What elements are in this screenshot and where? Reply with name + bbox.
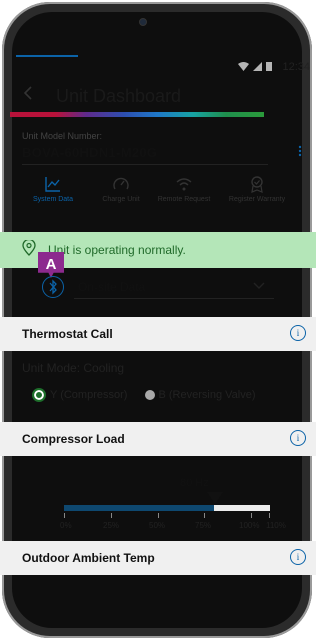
tick-label: 0%: [60, 521, 72, 530]
chevron-down-icon: [252, 278, 266, 297]
status-message: Unit is operating normally.: [48, 243, 186, 257]
award-icon: [251, 176, 263, 193]
data-source-row: On-site Data: [18, 276, 274, 304]
tab-remote-request[interactable]: Remote Request: [152, 175, 216, 203]
wifi-icon: [176, 178, 192, 191]
info-icon[interactable]: i: [290, 430, 306, 446]
tab-register-warranty[interactable]: Register Warranty: [222, 175, 292, 203]
reversing-valve-label: B (Reversing Valve): [158, 388, 256, 401]
tab-label: Charge Unit: [102, 196, 140, 203]
reversing-valve-radio[interactable]: [144, 390, 155, 400]
tick-label: 100%: [239, 521, 260, 530]
outdoor-title: Outdoor Ambient Temp: [22, 551, 155, 565]
status-icons: [238, 61, 272, 74]
model-number-label: Unit Model Number:: [22, 131, 103, 141]
brand-stripe: [10, 112, 264, 117]
compressor-ticks: [64, 513, 270, 519]
signal-icon: [253, 62, 263, 71]
compressor-section-header: Compressor Load i: [0, 422, 316, 456]
data-source-value: On-site Data: [78, 280, 146, 294]
status-time: 12:34: [282, 61, 310, 73]
info-icon[interactable]: i: [290, 549, 306, 565]
thermostat-options: Y (Compressor) B (Reversing Valve): [32, 388, 256, 402]
bluetooth-icon[interactable]: [42, 276, 64, 298]
compressor-title: Compressor Load: [22, 432, 125, 446]
app-header: Unit Dashboard: [0, 80, 316, 112]
compressor-radio[interactable]: [32, 388, 46, 402]
unit-mode-text: Unit Mode: Cooling: [22, 361, 125, 375]
more-options-icon[interactable]: [298, 145, 302, 160]
thermostat-title: Thermostat Call: [22, 327, 113, 341]
compressor-value: 80 Hz: [180, 477, 209, 489]
compressor-fill: [64, 505, 214, 511]
model-number-value: BOVA-60HDN1-M20G: [22, 145, 158, 160]
tab-charge-unit[interactable]: Charge Unit: [94, 175, 148, 203]
compressor-marker: [207, 492, 223, 504]
tab-label: Register Warranty: [228, 196, 286, 203]
annotation-badge: A: [38, 252, 64, 278]
back-icon[interactable]: [22, 84, 34, 107]
battery-icon: [266, 62, 272, 71]
location-pin-icon: [22, 238, 36, 261]
status-bar: 12:34: [0, 58, 316, 76]
page-title: Unit Dashboard: [56, 86, 182, 106]
tab-label: Remote Request: [157, 196, 211, 203]
model-number-underline: [22, 164, 268, 165]
tab-system-data[interactable]: System Data: [22, 175, 84, 203]
tick-label: 25%: [103, 521, 120, 530]
tick-label: 50%: [149, 521, 166, 530]
thermostat-section-header: Thermostat Call i: [0, 317, 316, 351]
wifi-icon: [238, 62, 250, 71]
tab-bar: System Data Charge Unit Remote Request R…: [6, 175, 316, 229]
compressor-label: Y (Compressor): [50, 388, 128, 401]
active-tab-indicator: [16, 55, 78, 57]
gauge-icon: [113, 177, 129, 190]
data-source-select[interactable]: On-site Data: [74, 276, 274, 299]
info-icon[interactable]: i: [290, 325, 306, 341]
outdoor-section-header: Outdoor Ambient Temp i: [0, 541, 316, 575]
tick-label: 75%: [195, 521, 212, 530]
tab-label: System Data: [32, 196, 74, 203]
chart-icon: [45, 177, 60, 192]
tick-label: 110%: [266, 521, 286, 530]
